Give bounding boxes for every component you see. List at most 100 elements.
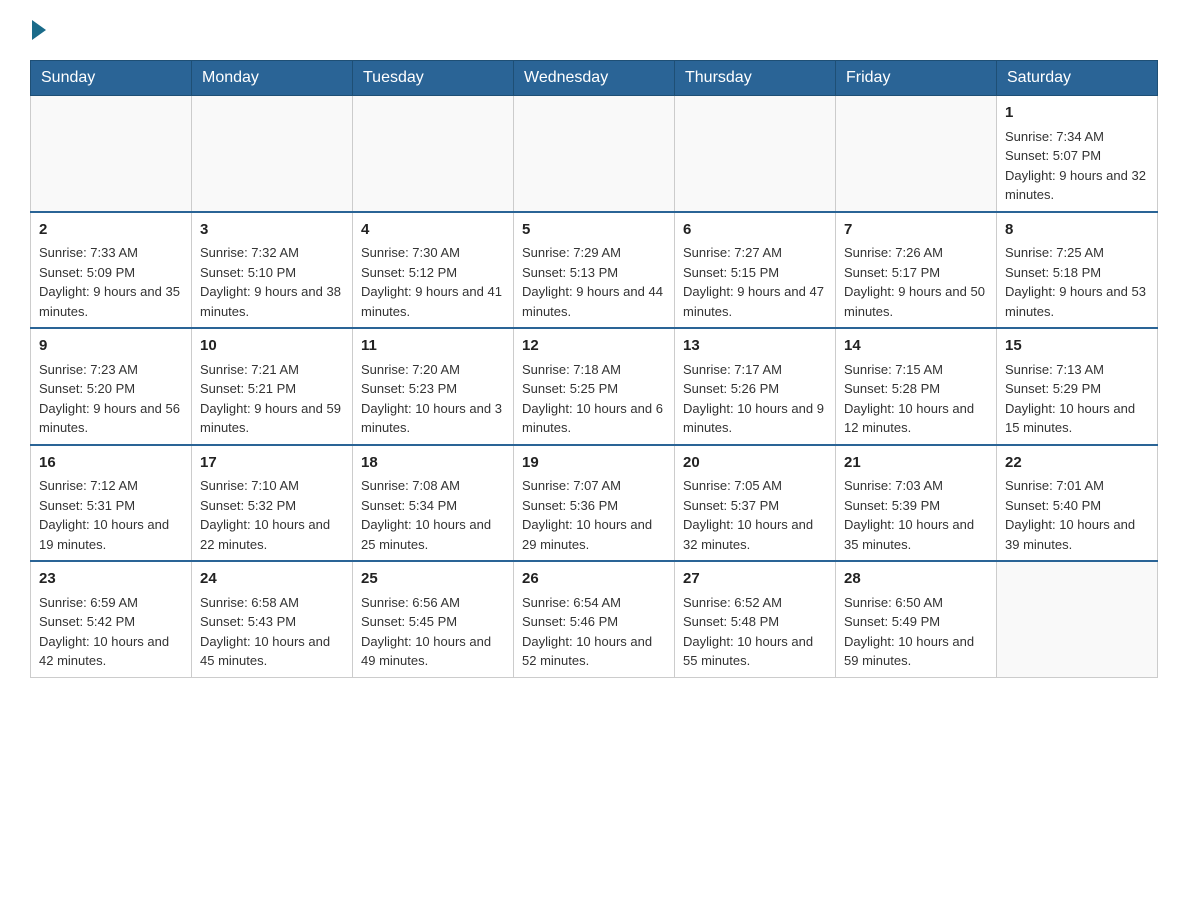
day-info: Daylight: 9 hours and 56 minutes. (39, 399, 183, 438)
day-number: 27 (683, 568, 827, 591)
day-number: 24 (200, 568, 344, 591)
day-number: 23 (39, 568, 183, 591)
day-number: 10 (200, 335, 344, 358)
page-header (30, 20, 1158, 40)
day-info: Daylight: 10 hours and 39 minutes. (1005, 515, 1149, 554)
day-info: Sunrise: 6:56 AM (361, 593, 505, 613)
day-info: Sunrise: 6:50 AM (844, 593, 988, 613)
day-info: Daylight: 10 hours and 49 minutes. (361, 632, 505, 671)
day-info: Sunrise: 7:20 AM (361, 360, 505, 380)
day-info: Sunrise: 7:21 AM (200, 360, 344, 380)
calendar-day-cell: 8Sunrise: 7:25 AMSunset: 5:18 PMDaylight… (997, 212, 1158, 329)
day-info: Daylight: 10 hours and 19 minutes. (39, 515, 183, 554)
calendar-day-cell: 27Sunrise: 6:52 AMSunset: 5:48 PMDayligh… (675, 561, 836, 677)
day-info: Sunset: 5:32 PM (200, 496, 344, 516)
day-info: Daylight: 9 hours and 44 minutes. (522, 282, 666, 321)
calendar-day-cell (997, 561, 1158, 677)
day-number: 18 (361, 452, 505, 475)
day-info: Daylight: 10 hours and 55 minutes. (683, 632, 827, 671)
calendar-day-cell: 25Sunrise: 6:56 AMSunset: 5:45 PMDayligh… (353, 561, 514, 677)
calendar-day-header: Sunday (31, 61, 192, 96)
day-info: Sunset: 5:43 PM (200, 612, 344, 632)
day-info: Sunrise: 7:18 AM (522, 360, 666, 380)
day-info: Sunset: 5:29 PM (1005, 379, 1149, 399)
day-info: Daylight: 10 hours and 15 minutes. (1005, 399, 1149, 438)
day-info: Sunset: 5:42 PM (39, 612, 183, 632)
day-number: 26 (522, 568, 666, 591)
calendar-day-cell: 7Sunrise: 7:26 AMSunset: 5:17 PMDaylight… (836, 212, 997, 329)
day-info: Sunset: 5:18 PM (1005, 263, 1149, 283)
day-info: Sunset: 5:37 PM (683, 496, 827, 516)
calendar-day-cell: 19Sunrise: 7:07 AMSunset: 5:36 PMDayligh… (514, 445, 675, 562)
calendar-day-cell (514, 96, 675, 212)
calendar-day-cell: 22Sunrise: 7:01 AMSunset: 5:40 PMDayligh… (997, 445, 1158, 562)
day-info: Daylight: 10 hours and 29 minutes. (522, 515, 666, 554)
day-info: Sunset: 5:31 PM (39, 496, 183, 516)
day-number: 20 (683, 452, 827, 475)
day-number: 22 (1005, 452, 1149, 475)
day-info: Sunset: 5:09 PM (39, 263, 183, 283)
calendar-day-cell (192, 96, 353, 212)
calendar-day-cell: 3Sunrise: 7:32 AMSunset: 5:10 PMDaylight… (192, 212, 353, 329)
calendar-day-header: Thursday (675, 61, 836, 96)
day-info: Daylight: 10 hours and 35 minutes. (844, 515, 988, 554)
day-info: Sunset: 5:26 PM (683, 379, 827, 399)
day-info: Sunrise: 7:17 AM (683, 360, 827, 380)
day-number: 14 (844, 335, 988, 358)
calendar-week-row: 1Sunrise: 7:34 AMSunset: 5:07 PMDaylight… (31, 96, 1158, 212)
calendar-day-cell: 10Sunrise: 7:21 AMSunset: 5:21 PMDayligh… (192, 328, 353, 445)
calendar-day-cell: 21Sunrise: 7:03 AMSunset: 5:39 PMDayligh… (836, 445, 997, 562)
day-info: Sunrise: 6:52 AM (683, 593, 827, 613)
day-info: Daylight: 10 hours and 25 minutes. (361, 515, 505, 554)
calendar-header-row: SundayMondayTuesdayWednesdayThursdayFrid… (31, 61, 1158, 96)
day-info: Sunset: 5:49 PM (844, 612, 988, 632)
day-info: Daylight: 10 hours and 52 minutes. (522, 632, 666, 671)
calendar-day-cell: 24Sunrise: 6:58 AMSunset: 5:43 PMDayligh… (192, 561, 353, 677)
calendar-day-cell: 20Sunrise: 7:05 AMSunset: 5:37 PMDayligh… (675, 445, 836, 562)
calendar-day-header: Saturday (997, 61, 1158, 96)
day-info: Sunrise: 7:32 AM (200, 243, 344, 263)
calendar-day-header: Wednesday (514, 61, 675, 96)
day-number: 12 (522, 335, 666, 358)
calendar-day-cell: 13Sunrise: 7:17 AMSunset: 5:26 PMDayligh… (675, 328, 836, 445)
calendar-day-cell: 16Sunrise: 7:12 AMSunset: 5:31 PMDayligh… (31, 445, 192, 562)
day-number: 6 (683, 219, 827, 242)
calendar-table: SundayMondayTuesdayWednesdayThursdayFrid… (30, 60, 1158, 678)
calendar-day-cell: 4Sunrise: 7:30 AMSunset: 5:12 PMDaylight… (353, 212, 514, 329)
calendar-day-cell (353, 96, 514, 212)
logo-arrow-icon (32, 20, 46, 40)
day-info: Sunset: 5:46 PM (522, 612, 666, 632)
day-info: Daylight: 10 hours and 6 minutes. (522, 399, 666, 438)
calendar-week-row: 9Sunrise: 7:23 AMSunset: 5:20 PMDaylight… (31, 328, 1158, 445)
day-info: Sunset: 5:07 PM (1005, 146, 1149, 166)
calendar-day-cell: 9Sunrise: 7:23 AMSunset: 5:20 PMDaylight… (31, 328, 192, 445)
day-info: Daylight: 10 hours and 45 minutes. (200, 632, 344, 671)
day-info: Sunset: 5:10 PM (200, 263, 344, 283)
day-info: Sunrise: 7:13 AM (1005, 360, 1149, 380)
calendar-day-cell: 1Sunrise: 7:34 AMSunset: 5:07 PMDaylight… (997, 96, 1158, 212)
day-info: Sunrise: 7:12 AM (39, 476, 183, 496)
day-number: 17 (200, 452, 344, 475)
calendar-day-cell (836, 96, 997, 212)
day-info: Sunrise: 7:25 AM (1005, 243, 1149, 263)
day-info: Sunset: 5:20 PM (39, 379, 183, 399)
calendar-day-header: Friday (836, 61, 997, 96)
day-info: Daylight: 10 hours and 3 minutes. (361, 399, 505, 438)
day-info: Sunrise: 7:05 AM (683, 476, 827, 496)
day-info: Daylight: 9 hours and 47 minutes. (683, 282, 827, 321)
day-number: 3 (200, 219, 344, 242)
day-number: 4 (361, 219, 505, 242)
day-info: Daylight: 10 hours and 42 minutes. (39, 632, 183, 671)
day-info: Sunrise: 7:30 AM (361, 243, 505, 263)
day-info: Daylight: 9 hours and 50 minutes. (844, 282, 988, 321)
day-info: Sunrise: 7:29 AM (522, 243, 666, 263)
day-info: Daylight: 9 hours and 35 minutes. (39, 282, 183, 321)
logo (30, 20, 48, 40)
calendar-day-cell: 18Sunrise: 7:08 AMSunset: 5:34 PMDayligh… (353, 445, 514, 562)
day-number: 28 (844, 568, 988, 591)
day-info: Daylight: 10 hours and 59 minutes. (844, 632, 988, 671)
day-info: Sunrise: 7:03 AM (844, 476, 988, 496)
calendar-day-cell: 26Sunrise: 6:54 AMSunset: 5:46 PMDayligh… (514, 561, 675, 677)
calendar-day-header: Tuesday (353, 61, 514, 96)
calendar-day-cell: 23Sunrise: 6:59 AMSunset: 5:42 PMDayligh… (31, 561, 192, 677)
